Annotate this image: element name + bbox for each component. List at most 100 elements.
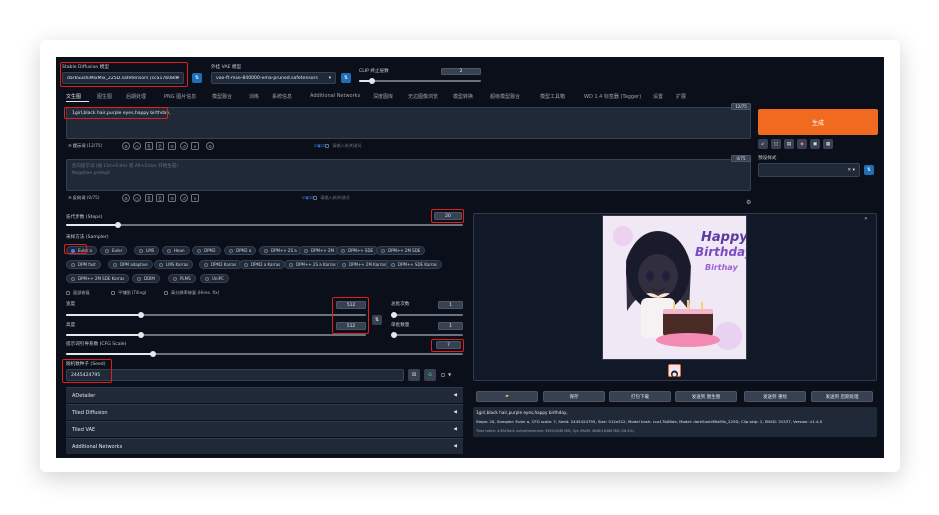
accordion-1[interactable]: Tiled Diffusion ◀ — [66, 404, 463, 420]
history-icon[interactable]: ◷ — [133, 142, 141, 150]
clip-skip-input[interactable]: 2 — [441, 68, 481, 75]
prompt-textarea[interactable]: 1girl,black hair,purple eyes,happy birth… — [66, 107, 751, 139]
list-icon[interactable]: ☰ — [168, 142, 176, 150]
sampler-option[interactable]: Heun — [162, 246, 190, 255]
negative-section-toggle[interactable]: ⊖ 反向词 (0/75) — [68, 195, 99, 201]
sampler-option[interactable]: Euler — [100, 246, 128, 255]
read-params-button[interactable]: ↙ — [758, 139, 768, 149]
sampler-option[interactable]: DPM++ 2M SDE — [376, 246, 426, 255]
steps-knob[interactable] — [115, 222, 121, 228]
tab-0[interactable]: 文生图 — [66, 93, 81, 100]
tab-12[interactable]: 模型工具箱 — [540, 93, 565, 100]
list-icon[interactable]: ☰ — [168, 194, 176, 202]
tab-10[interactable]: 模型转换 — [453, 93, 473, 100]
batch-size-input[interactable]: 1 — [438, 322, 463, 330]
open-folder-button[interactable]: ▰ — [476, 391, 538, 402]
tiling-check[interactable]: 平铺图 (Tiling) — [111, 290, 146, 296]
batch-count-knob[interactable] — [391, 312, 397, 318]
sampler-option[interactable]: DPM++ 2M SDE Karras — [66, 274, 130, 283]
sampler-option[interactable]: PLMS — [168, 274, 196, 283]
settings-gear-icon[interactable]: ⚙ — [746, 199, 751, 206]
tab-13[interactable]: WD 1.4 标签器 (Tagger) — [584, 93, 641, 100]
extra-networks-button[interactable]: ▤ — [784, 139, 794, 149]
tab-15[interactable]: 扩展 — [676, 93, 686, 100]
output-action-button[interactable]: 发送到 后期处理 — [811, 391, 873, 402]
accordion-0[interactable]: ADetailer ◀ — [66, 387, 463, 403]
trash-icon[interactable]: ✕ — [191, 194, 199, 202]
clear-prompt-button[interactable]: ▢ — [771, 139, 781, 149]
clip-skip-slider[interactable] — [359, 80, 481, 82]
sampler-option[interactable]: DPM++ 2M — [299, 246, 339, 255]
extra-seed-toggle[interactable]: ▼ — [441, 372, 451, 377]
generate-button[interactable]: 生成 — [758, 109, 878, 135]
settings-icon[interactable]: ⚙ — [122, 142, 130, 150]
sampler-option[interactable]: DPM2 a Karras — [239, 260, 286, 269]
output-action-button[interactable]: 发送到 图生图 — [675, 391, 737, 402]
tag-input-group[interactable]: ☑◐☑ 请输入新关键词 — [314, 143, 362, 149]
sampler-option[interactable]: DPM2 — [192, 246, 221, 255]
close-icon[interactable]: ✕ — [864, 217, 868, 222]
sampler-option[interactable]: DPM fast — [66, 260, 101, 269]
sampler-option[interactable]: DPM++ 2M Karras — [337, 260, 391, 269]
vae-dropdown[interactable]: vae-ft-mse-840000-ema-pruned.safetensors… — [211, 72, 336, 84]
paste-icon[interactable]: ⎗ — [156, 142, 164, 150]
tab-5[interactable]: 训练 — [249, 93, 259, 100]
refresh-vae-button[interactable]: ⇅ — [341, 73, 351, 83]
sampler-option[interactable]: DPM2 Karras — [199, 260, 242, 269]
undo-icon[interactable]: ↺ — [180, 142, 188, 150]
tab-2[interactable]: 后期处理 — [126, 93, 146, 100]
output-action-button[interactable]: 发送到 重绘 — [744, 391, 806, 402]
sampler-option[interactable]: UniPC — [200, 274, 229, 283]
styles-dropdown[interactable]: ✕ ▾ — [758, 163, 860, 177]
sampler-option[interactable]: DPM adaptive — [108, 260, 153, 269]
gear-icon[interactable]: ⚙ — [206, 142, 214, 150]
hires-fix-check[interactable]: 高分辨率修复 (Hires. fix) — [164, 290, 219, 296]
tab-3[interactable]: PNG 图片信息 — [164, 93, 196, 100]
tab-11[interactable]: 超级模型融合 — [490, 93, 520, 100]
tab-7[interactable]: Additional Networks — [310, 93, 360, 99]
random-seed-button[interactable]: ⚄ — [408, 369, 420, 381]
swap-dimensions-button[interactable]: ⇅ — [372, 315, 382, 325]
output-action-button[interactable]: 保存 — [543, 391, 605, 402]
seed-input[interactable]: 2445424795 — [66, 369, 404, 381]
clip-skip-knob[interactable] — [369, 78, 375, 84]
generated-image[interactable]: Happy Birthday Birthay — [602, 215, 747, 360]
negative-prompt-textarea[interactable]: 反向提示词 (按 Ctrl+Enter 或 Alt+Enter 开始生成) Ne… — [66, 159, 751, 191]
paste-icon[interactable]: ⎗ — [156, 194, 164, 202]
accordion-2[interactable]: Tiled VAE ◀ — [66, 421, 463, 437]
folder-button[interactable]: ▦ — [823, 139, 833, 149]
sampler-option[interactable]: DDIM — [132, 274, 160, 283]
save-style-button[interactable]: ▣ — [810, 139, 820, 149]
refresh-styles-button[interactable]: ⇅ — [864, 165, 874, 175]
tab-9[interactable]: 无边图像浏览 — [408, 93, 438, 100]
prompt-section-toggle[interactable]: ⊖ 提示词 (12/75) — [68, 143, 102, 149]
tab-6[interactable]: 系统信息 — [272, 93, 292, 100]
steps-slider[interactable] — [66, 224, 463, 226]
tab-14[interactable]: 设置 — [653, 93, 663, 100]
image-thumbnail[interactable] — [668, 364, 681, 378]
refresh-checkpoint-button[interactable]: ⇅ — [192, 73, 202, 83]
sampler-option[interactable]: DPM++ SDE Karras — [386, 260, 443, 269]
cfg-knob[interactable] — [150, 351, 156, 357]
batch-size-slider[interactable] — [391, 334, 463, 336]
accordion-3[interactable]: Additional Networks ◀ — [66, 438, 463, 454]
output-action-button[interactable]: 打包下载 — [609, 391, 671, 402]
sampler-option[interactable]: DPM++ SDE — [336, 246, 379, 255]
tab-1[interactable]: 图生图 — [97, 93, 112, 100]
history-icon[interactable]: ◷ — [133, 194, 141, 202]
trash-icon[interactable]: ✕ — [191, 142, 199, 150]
height-knob[interactable] — [138, 332, 144, 338]
sampler-option[interactable]: LMS — [134, 246, 160, 255]
sampler-option[interactable]: DPM2 a — [224, 246, 257, 255]
tab-8[interactable]: 深度图库 — [373, 93, 393, 100]
batch-size-knob[interactable] — [391, 332, 397, 338]
batch-count-slider[interactable] — [391, 314, 463, 316]
copy-icon[interactable]: ⎘ — [145, 142, 153, 150]
settings-icon[interactable]: ⚙ — [122, 194, 130, 202]
negative-tag-input-group[interactable]: ☑◐☑ 请输入新关键词 — [302, 195, 350, 201]
sampler-option[interactable]: DPM++ 2S a Karras — [284, 260, 341, 269]
reuse-seed-button[interactable]: ♻ — [424, 369, 436, 381]
copy-icon[interactable]: ⎘ — [145, 194, 153, 202]
width-knob[interactable] — [138, 312, 144, 318]
style-apply-button[interactable]: ◆ — [797, 139, 807, 149]
